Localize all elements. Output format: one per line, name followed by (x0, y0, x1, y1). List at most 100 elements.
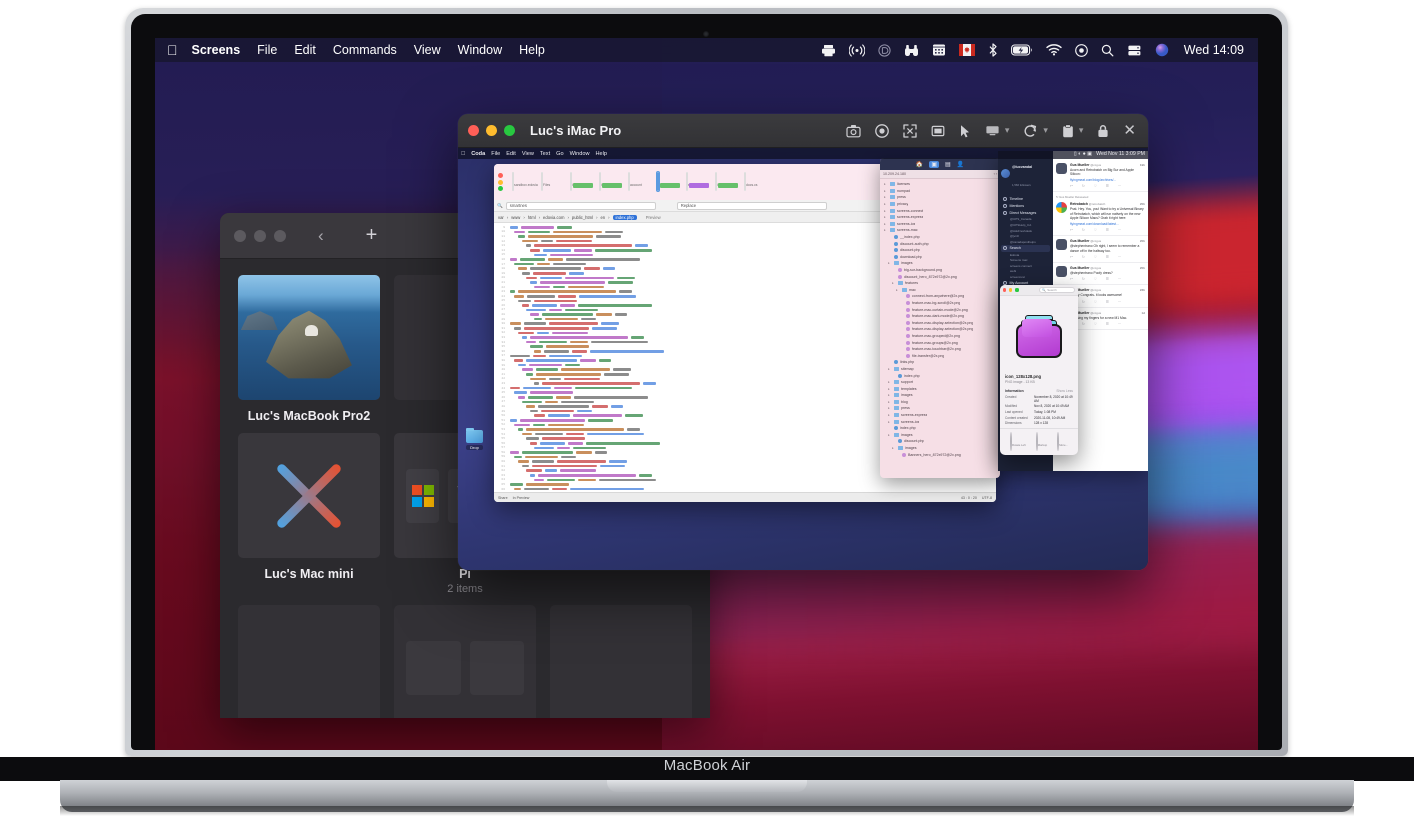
library-item-empty-6[interactable] (550, 605, 692, 718)
sidebar-item-search[interactable]: Search (1001, 245, 1050, 252)
retweet-icon[interactable]: ↻ (1082, 255, 1085, 259)
more-icon[interactable]: ⋯ (1118, 322, 1121, 326)
file-tree-row[interactable]: discount.php (880, 438, 1000, 445)
file-tree-row[interactable]: ▸screens-express (880, 214, 1000, 221)
file-tree-row[interactable]: ▸features (880, 280, 1000, 287)
sidebar-item-direct-messages[interactable]: Direct Messages (1001, 209, 1050, 216)
disclosure-triangle-icon[interactable]: ▸ (888, 367, 892, 371)
clipboard-icon[interactable] (1062, 124, 1074, 138)
file-browser-panel[interactable]: 🏠 ▣ ▤ 👤 10.209.24.180 ‹ › ▸licenses▸nump… (880, 158, 1000, 478)
file-tree-row[interactable]: ▸press (880, 194, 1000, 201)
zoom-button[interactable] (1015, 288, 1018, 291)
retweet-icon[interactable]: ↻ (1082, 228, 1085, 232)
disclosure-triangle-icon[interactable]: ▸ (888, 400, 892, 404)
like-icon[interactable]: ♡ (1094, 277, 1097, 281)
calendar-icon[interactable] (932, 42, 946, 58)
menubar-clock[interactable]: Wed 14:09 (1184, 43, 1244, 57)
menu-item-file[interactable]: File (257, 43, 277, 57)
file-tree-row[interactable]: ▸support (880, 379, 1000, 386)
menu-item-view[interactable]: View (414, 43, 441, 57)
list-icon[interactable]: ☰ (1106, 300, 1109, 304)
breadcrumb-item[interactable]: var (498, 215, 504, 220)
in-preview-button[interactable]: In Preview (513, 496, 530, 500)
file-tree-row[interactable]: feature-mac-groups@2x.png (880, 339, 1000, 346)
close-button[interactable] (498, 173, 503, 178)
binoculars-icon[interactable] (904, 42, 919, 58)
disclosure-triangle-icon[interactable]: ▸ (896, 288, 900, 292)
more-action[interactable]: More... (1057, 433, 1068, 451)
file-tree-row[interactable]: ▸privacy (880, 201, 1000, 208)
disclosure-triangle-icon[interactable]: ▸ (888, 387, 892, 391)
disclosure-triangle-icon[interactable]: ▸ (884, 209, 888, 213)
file-tree-row[interactable]: ▸screens-connect (880, 207, 1000, 214)
file-tree-row[interactable]: index.php (880, 425, 1000, 432)
close-button[interactable] (1003, 288, 1006, 291)
file-tree-row[interactable]: connect-from-anywhere@2x.png (880, 293, 1000, 300)
close-button[interactable] (468, 125, 479, 136)
coda-tab[interactable]: Files (541, 173, 567, 191)
close-button[interactable] (234, 230, 246, 242)
file-tree-row[interactable]: feature-mac-grouped@2x.png (880, 333, 1000, 340)
remote-desktop-view[interactable]:  Coda File Edit View Text Go Window Hel… (458, 148, 1148, 570)
file-tree-row[interactable]: Banners_hero_872x972@2x.png (880, 451, 1000, 458)
screenshot-icon[interactable] (846, 124, 861, 138)
lock-icon[interactable] (1097, 124, 1109, 138)
disclosure-triangle-icon[interactable]: ▸ (884, 189, 888, 193)
find-input[interactable]: smartnes (506, 202, 656, 210)
tweet-author[interactable]: Gus Mueller @ccgus1d (1070, 311, 1145, 315)
library-item-empty-5[interactable] (394, 605, 536, 718)
disclosure-triangle-icon[interactable]: ▸ (888, 433, 892, 437)
refresh-icon[interactable] (1023, 124, 1038, 138)
markup-action[interactable]: Markup (1036, 433, 1047, 451)
minimize-button[interactable] (498, 180, 503, 185)
coda-tab[interactable]: index (570, 173, 596, 191)
file-tree-row[interactable]: ▸images (880, 392, 1000, 399)
disclosure-triangle-icon[interactable]: ▸ (884, 228, 888, 232)
like-icon[interactable]: ♡ (1094, 228, 1097, 232)
file-tree-row[interactable]: ▸blog (880, 399, 1000, 406)
coda-tab[interactable]: index (599, 173, 625, 191)
display-chevron-down-icon[interactable]: ▾ (1005, 125, 1010, 136)
canada-flag-icon[interactable] (959, 42, 975, 58)
display-icon[interactable] (985, 124, 1000, 137)
remote-screen-window[interactable]: Luc's iMac Pro (458, 114, 1148, 570)
battery-charging-icon[interactable] (1011, 42, 1033, 58)
more-icon[interactable]: ⋯ (1118, 255, 1121, 259)
bluetooth-icon[interactable] (988, 42, 998, 58)
files-icon[interactable]: ▣ (929, 161, 939, 168)
finder-info-window[interactable]: 🔍 Search icon_128x128.png PNG image - 13… (1000, 285, 1078, 455)
menu-item-edit[interactable]: Edit (294, 43, 316, 57)
file-browser-path[interactable]: 10.209.24.180 ‹ › (880, 170, 1000, 179)
file-tree-row[interactable]: ▸images (880, 260, 1000, 267)
share-button[interactable]: Share (498, 496, 508, 500)
tweet-author[interactable]: Gus Mueller @ccgus20h (1070, 266, 1145, 270)
disclosure-triangle-icon[interactable]: ▸ (888, 420, 892, 424)
more-icon[interactable]: ⋯ (1118, 184, 1121, 188)
disclosure-triangle-icon[interactable]: ▸ (884, 195, 888, 199)
pointer-icon[interactable] (959, 124, 971, 138)
finder-search-input[interactable]: 🔍 Search (1039, 287, 1075, 293)
disclosure-triangle-icon[interactable]: ▸ (892, 446, 896, 450)
sidebar-item-mentions[interactable]: Mentions (1001, 202, 1050, 209)
disclosure-triangle-icon[interactable]: ▸ (892, 281, 896, 285)
library-item-empty-4[interactable] (238, 605, 380, 718)
remote-drop-folder[interactable]: Drop (466, 430, 483, 450)
breadcrumb-active-file[interactable]: index.php (613, 215, 637, 220)
disclosure-triangle-icon[interactable]: ▸ (884, 202, 888, 206)
apple-menu-icon[interactable]:  (167, 43, 178, 57)
menu-item-window[interactable]: Window (458, 43, 502, 57)
file-tree-row[interactable]: ▸sitemap (880, 366, 1000, 373)
more-icon[interactable]: ⋯ (1118, 228, 1121, 232)
file-tree-row[interactable]: big-sur-background.png (880, 267, 1000, 274)
books-icon[interactable]: ▤ (945, 161, 951, 168)
zoom-button[interactable] (274, 230, 286, 242)
list-icon[interactable]: ☰ (1106, 277, 1109, 281)
twitter-account[interactable]: @lucvandal 1,566 followers (1001, 155, 1050, 191)
reply-icon[interactable]: ↩ (1070, 255, 1073, 259)
menu-item-screens[interactable]: Screens (192, 43, 241, 57)
disclosure-triangle-icon[interactable]: ▸ (884, 182, 888, 186)
preview-toggle[interactable]: Preview (646, 215, 661, 220)
tweet-item[interactable]: ↻ Gus Mueller RetweetedRetrobatch @retro… (1053, 192, 1148, 236)
file-tree-row[interactable]: discount-auth.php (880, 240, 1000, 247)
list-icon[interactable]: ☰ (1106, 228, 1109, 232)
